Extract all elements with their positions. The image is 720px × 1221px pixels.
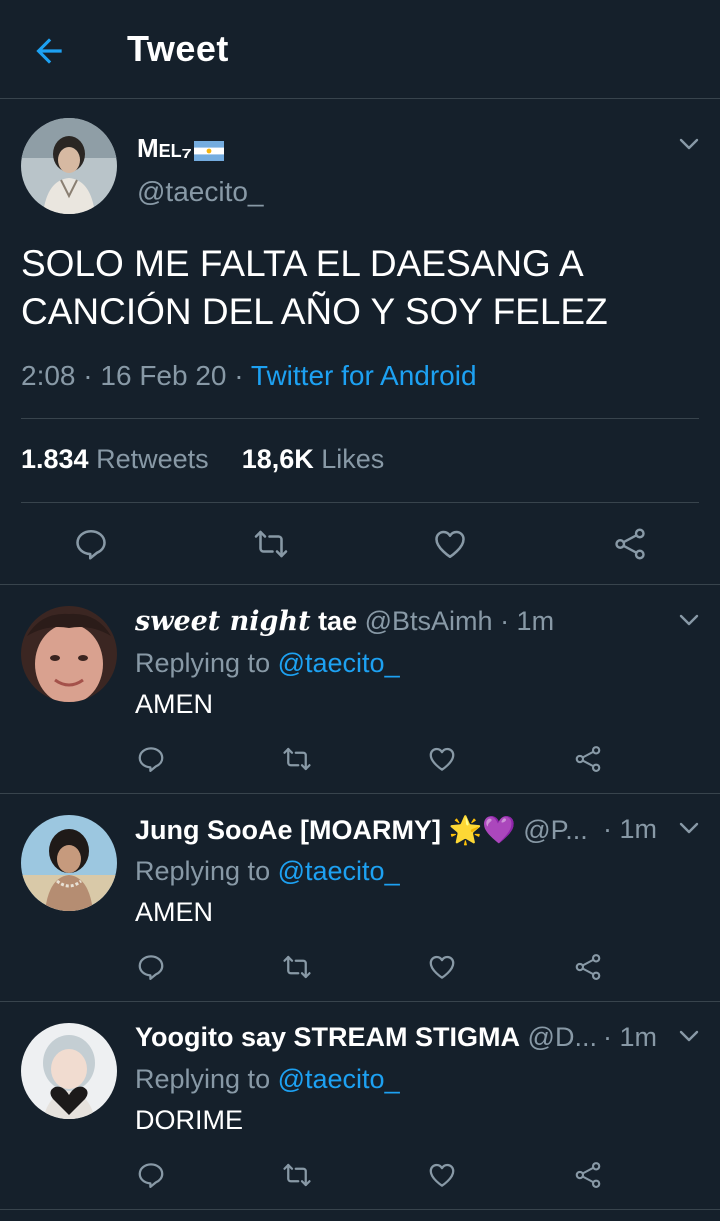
divider [21, 502, 699, 503]
share-icon[interactable] [573, 952, 603, 982]
avatar[interactable] [21, 1023, 117, 1119]
user-handle[interactable]: @P... [523, 815, 587, 845]
chevron-down-icon[interactable] [677, 132, 701, 156]
reply-icon[interactable] [136, 744, 166, 774]
tweet-stats: 1.834 Retweets 18,6K Likes [21, 444, 384, 475]
reply-text: AMEN [135, 897, 214, 927]
share-icon[interactable] [573, 744, 603, 774]
display-name[interactable]: Mel₇ [137, 133, 225, 164]
divider [0, 1001, 720, 1002]
reply-time: · 1m [603, 814, 657, 844]
tweet-time: 2:08 [21, 360, 76, 391]
reply-header: Jung SooAe [MOARMY] 🌟💜 @P... [135, 814, 588, 846]
mention-link[interactable]: @taecito_ [278, 648, 400, 678]
display-name[interactable]: Jung SooAe [MOARMY] [135, 815, 441, 845]
reply-header: Yoogito say STREAM STIGMA @D... [135, 1022, 597, 1053]
divider [0, 1209, 720, 1210]
reply-icon[interactable] [136, 952, 166, 982]
reply-header: sweet night tae @BtsAimh · 1m [135, 606, 554, 637]
chevron-down-icon[interactable] [677, 608, 701, 632]
mention-link[interactable]: @taecito_ [278, 856, 400, 886]
reply-time: · 1m [603, 1022, 657, 1052]
page-title: Tweet [127, 28, 229, 69]
like-icon[interactable] [427, 744, 457, 774]
chevron-down-icon[interactable] [677, 816, 701, 840]
divider [21, 418, 699, 419]
like-icon[interactable] [427, 1160, 457, 1190]
top-bar: Tweet [0, 0, 720, 99]
chevron-down-icon[interactable] [677, 1024, 701, 1048]
reply-icon[interactable] [73, 526, 109, 562]
avatar[interactable] [21, 815, 117, 911]
display-name[interactable]: sweet night [135, 606, 311, 637]
divider [0, 793, 720, 794]
argentina-flag-icon [194, 141, 225, 161]
tweet-source-link[interactable]: Twitter for Android [251, 360, 477, 391]
replying-to: Replying to @taecito_ [135, 648, 400, 678]
tweet-date: 16 Feb 20 [100, 360, 227, 391]
retweet-icon[interactable] [282, 1160, 312, 1190]
retweet-icon[interactable] [253, 526, 289, 562]
display-name-suffix[interactable]: tae [318, 606, 357, 636]
retweet-icon[interactable] [282, 952, 312, 982]
tweet-meta: 2:08 · 16 Feb 20 · Twitter for Android [21, 360, 477, 391]
display-name[interactable]: Yoogito say STREAM STIGMA [135, 1022, 520, 1052]
reply-time: · 1m [500, 606, 555, 636]
user-handle[interactable]: @taecito_ [137, 176, 264, 208]
reply-icon[interactable] [136, 1160, 166, 1190]
tweet-text: SOLO ME FALTA EL DAESANG A CANCIÓN DEL A… [21, 243, 608, 332]
replying-to: Replying to @taecito_ [135, 856, 400, 886]
back-arrow-icon[interactable] [30, 32, 68, 70]
avatar[interactable] [21, 118, 117, 214]
divider [0, 584, 720, 585]
avatar[interactable] [21, 606, 117, 702]
user-handle[interactable]: @D... [528, 1022, 597, 1052]
share-icon[interactable] [612, 526, 648, 562]
replying-to: Replying to @taecito_ [135, 1064, 400, 1094]
share-icon[interactable] [573, 1160, 603, 1190]
like-icon[interactable] [427, 952, 457, 982]
like-icon[interactable] [432, 526, 468, 562]
emoji: 🌟💜 [448, 815, 516, 845]
user-handle[interactable]: @BtsAimh [365, 606, 493, 636]
retweets-stat[interactable]: 1.834 Retweets [21, 444, 209, 474]
reply-text: AMEN [135, 689, 214, 719]
likes-stat[interactable]: 18,6K Likes [242, 444, 385, 474]
reply-text: DORIME [135, 1105, 243, 1135]
retweet-icon[interactable] [282, 744, 312, 774]
mention-link[interactable]: @taecito_ [278, 1064, 400, 1094]
